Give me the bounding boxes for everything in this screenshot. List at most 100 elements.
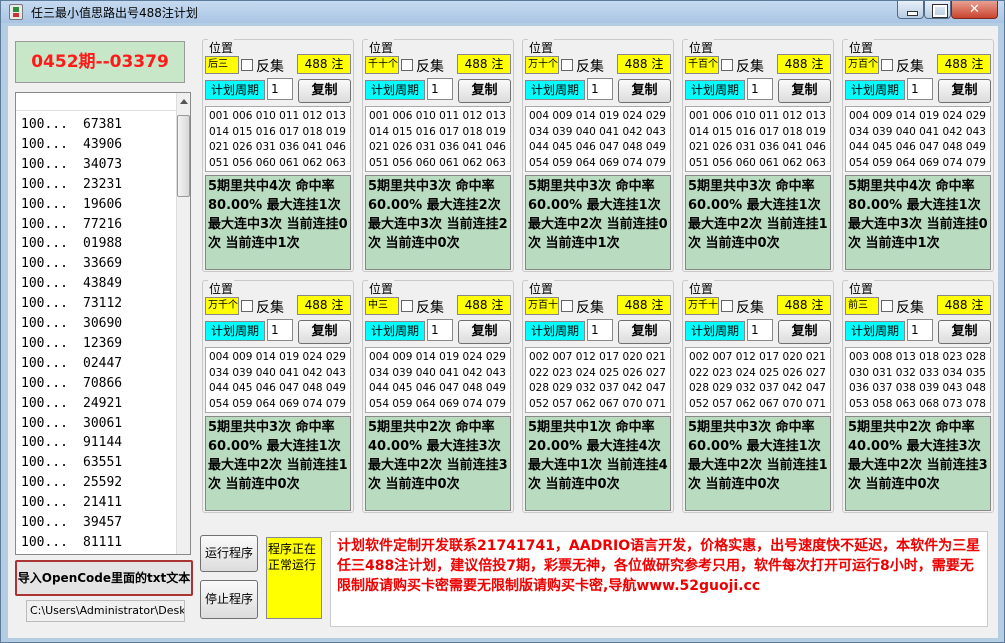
history-row[interactable]: 100... 43849 [21,276,122,296]
copy-button[interactable]: 复制 [618,79,671,103]
numbers-textbox[interactable]: 004 009 014 019 024 029 034 039 040 041 0… [845,106,991,172]
numbers-textbox[interactable]: 001 006 010 011 012 013 014 015 016 017 0… [205,106,351,172]
history-row[interactable]: 100... 30690 [21,316,122,336]
history-number: 63551 [83,455,123,471]
history-row[interactable]: 100... 12369 [21,336,122,356]
history-row[interactable]: 100... 19606 [21,197,122,217]
cycle-input[interactable]: 1 [907,319,933,341]
cycle-label: 计划周期 [205,321,265,341]
history-issue: 100... [21,156,68,172]
position-field[interactable]: 万十个 [525,56,559,74]
history-row[interactable]: 100... 81111 [21,534,122,554]
history-row[interactable]: 100... 30061 [21,416,122,436]
inverse-checkbox[interactable] [561,59,573,71]
inverse-checkbox[interactable] [561,300,573,312]
history-row[interactable]: 100... 21411 [21,495,122,515]
inverse-checkbox[interactable] [881,59,893,71]
history-issue: 100... [21,515,68,530]
cycle-input[interactable]: 1 [587,319,613,341]
history-row[interactable]: 100... 02447 [21,356,122,376]
copy-button[interactable]: 复制 [778,79,831,103]
plan-panel: 位置 万十个 反集 488 注计划周期 1 复制 004 009 014 019 024 0… [522,39,674,272]
stop-program-button[interactable]: 停止程序 [200,580,258,619]
history-row[interactable]: 100... 39457 [21,515,122,535]
history-number: 67381 [83,117,123,132]
numbers-textbox[interactable]: 001 006 010 011 012 013 014 015 016 017 0… [365,106,511,172]
minimize-button[interactable] [897,1,924,19]
numbers-textbox[interactable]: 002 007 012 017 020 021 022 023 024 025 0… [685,347,831,413]
file-path-field[interactable]: C:\Users\Administrator\Desk [26,600,185,622]
position-field[interactable]: 万百十 [525,297,559,315]
cycle-input[interactable]: 1 [907,78,933,100]
history-row[interactable]: 100... 67381 [21,117,122,137]
cycle-input[interactable]: 1 [587,78,613,100]
copy-button[interactable]: 复制 [458,79,511,103]
title-bar[interactable]: 任三最小值思路出号488注计划 ✕ [1,1,1004,23]
history-row[interactable]: 100... 77216 [21,217,122,237]
count-field: 488 注 [937,295,991,315]
copy-button[interactable]: 复制 [778,320,831,344]
numbers-textbox[interactable]: 002 007 012 017 020 021 022 023 024 025 0… [525,347,671,413]
numbers-line: 014 015 016 017 018 019 [689,125,826,138]
numbers-line: 001 006 010 011 012 013 [209,110,346,122]
history-number: 25592 [83,475,123,491]
history-row[interactable]: 100... 43906 [21,137,122,157]
history-scroll-thumb[interactable] [177,115,190,197]
position-field[interactable]: 万千个 [205,297,239,315]
numbers-line: 044 045 046 047 048 049 [369,382,506,394]
numbers-textbox[interactable]: 004 009 014 019 024 029 034 039 040 041 0… [205,347,351,413]
inverse-checkbox[interactable] [721,59,733,71]
history-row[interactable]: 100... 70866 [21,376,122,396]
scroll-up-icon[interactable] [180,99,188,104]
numbers-textbox[interactable]: 001 006 010 011 012 013 014 015 016 017 0… [685,106,831,172]
copy-button[interactable]: 复制 [618,320,671,344]
inverse-checkbox[interactable] [881,300,893,312]
history-row[interactable]: 100... 63551 [21,455,122,475]
close-button[interactable]: ✕ [951,1,998,19]
cycle-input[interactable]: 1 [267,78,293,100]
position-field[interactable]: 万百个 [845,56,879,74]
cycle-input[interactable]: 1 [747,319,773,341]
history-issue: 100... [21,534,68,550]
count-field: 488 注 [617,54,671,74]
copy-button[interactable]: 复制 [298,320,351,344]
history-row[interactable]: 100... 25592 [21,475,122,495]
history-row[interactable]: 100... 23231 [21,177,122,197]
stats-textbox: 5期里共中3次 命中率60.00% 最大连挂1次 最大连中2次 当前连挂1次 当… [685,416,831,511]
run-program-button[interactable]: 运行程序 [200,535,258,572]
history-row[interactable]: 100... 24921 [21,396,122,416]
copy-button[interactable]: 复制 [938,79,991,103]
inverse-checkbox[interactable] [241,59,253,71]
inverse-checkbox[interactable] [241,300,253,312]
position-field[interactable]: 千十个 [365,56,399,74]
position-field[interactable]: 中三 [365,297,399,315]
inverse-checkbox[interactable] [721,300,733,312]
position-field[interactable]: 前三 [845,297,879,315]
history-issue: 100... [21,415,68,431]
maximize-button[interactable] [924,1,951,19]
history-list[interactable]: 100... 67381 100... 43906 100... 34073 100... 2… [15,92,191,555]
position-field[interactable]: 万千十 [685,297,719,315]
count-field: 488 注 [777,54,831,74]
history-row[interactable]: 100... 01988 [21,236,122,256]
copy-button[interactable]: 复制 [938,320,991,344]
numbers-textbox[interactable]: 003 008 013 018 023 028 030 031 032 033 0… [845,347,991,413]
import-txt-button[interactable]: 导入OpenCode里面的txt文本 [15,560,193,596]
history-row[interactable]: 100... 34073 [21,157,122,177]
history-row[interactable]: 100... 33669 [21,256,122,276]
history-row[interactable]: 100... 91144 [21,435,122,455]
inverse-checkbox[interactable] [401,59,413,71]
numbers-textbox[interactable]: 004 009 014 019 024 029 034 039 040 041 0… [365,347,511,413]
inverse-checkbox[interactable] [401,300,413,312]
position-field[interactable]: 千百个 [685,56,719,74]
copy-button[interactable]: 复制 [298,79,351,103]
cycle-input[interactable]: 1 [267,319,293,341]
cycle-input[interactable]: 1 [427,78,453,100]
numbers-line: 022 023 024 025 026 027 [689,366,826,379]
cycle-input[interactable]: 1 [427,319,453,341]
cycle-input[interactable]: 1 [747,78,773,100]
position-field[interactable]: 后三 [205,56,239,74]
numbers-textbox[interactable]: 004 009 014 019 024 029 034 039 040 041 0… [525,106,671,172]
history-row[interactable]: 100... 73112 [21,296,122,316]
copy-button[interactable]: 复制 [458,320,511,344]
